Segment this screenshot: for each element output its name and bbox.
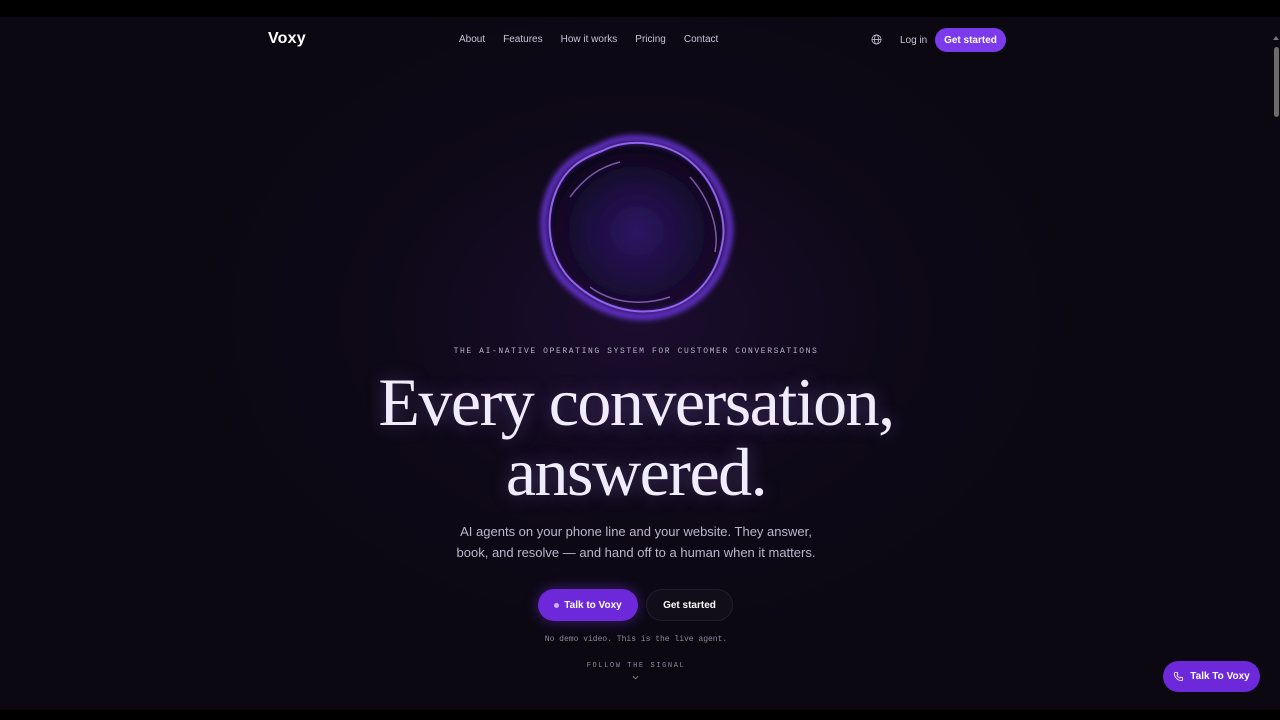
live-agent-note: No demo video. This is the live agent. xyxy=(544,635,728,644)
phone-icon xyxy=(1174,671,1184,682)
logo[interactable]: Voxy xyxy=(268,30,306,48)
top-black-strip xyxy=(0,0,1280,17)
subtext-line-2: book, and resolve — and hand off to a hu… xyxy=(456,545,816,560)
headline-line-2: answered. xyxy=(505,434,768,510)
page-scrollbar[interactable] xyxy=(1272,17,1280,710)
talk-to-voxy-label: Talk to Voxy xyxy=(564,599,622,611)
headline-line-1: Every conversation, xyxy=(378,364,895,440)
scroll-thumb[interactable] xyxy=(1274,47,1279,117)
logo-text: Voxy xyxy=(268,30,306,47)
nav-links: About Features How it works Pricing Cont… xyxy=(459,34,736,45)
follow-the-signal[interactable]: FOLLOW THE SIGNAL xyxy=(0,662,1272,670)
login-link[interactable]: Log in xyxy=(900,35,927,46)
subtext-line-1: AI agents on your phone line and your we… xyxy=(460,524,812,539)
floating-talk-button[interactable]: Talk To Voxy xyxy=(1163,661,1260,692)
landing-page: Voxy About Features How it works Pricing… xyxy=(0,17,1272,710)
hero-eyebrow: THE AI-NATIVE OPERATING SYSTEM FOR CUSTO… xyxy=(453,347,819,356)
bottom-black-strip xyxy=(0,710,1280,720)
top-navigation: Voxy About Features How it works Pricing… xyxy=(0,17,1272,63)
nav-link-features[interactable]: Features xyxy=(503,34,542,45)
nav-get-started-button[interactable]: Get started xyxy=(935,28,1006,52)
hero-subtext: AI agents on your phone line and your we… xyxy=(0,521,1272,563)
nav-link-how-it-works[interactable]: How it works xyxy=(561,34,618,45)
hero-get-started-button[interactable]: Get started xyxy=(646,589,733,621)
chevron-down-icon[interactable] xyxy=(632,674,639,681)
live-dot-icon xyxy=(554,602,560,608)
hero-headline: Every conversation, answered. xyxy=(0,367,1272,507)
floating-talk-label: Talk To Voxy xyxy=(1190,671,1250,682)
talk-to-voxy-button[interactable]: Talk to Voxy xyxy=(538,589,638,621)
globe-icon[interactable] xyxy=(871,34,882,45)
scroll-up-arrow-icon[interactable] xyxy=(1273,36,1279,40)
voice-orb-graphic xyxy=(540,135,733,320)
nav-link-contact[interactable]: Contact xyxy=(684,34,718,45)
nav-link-pricing[interactable]: Pricing xyxy=(635,34,666,45)
nav-link-about[interactable]: About xyxy=(459,34,485,45)
